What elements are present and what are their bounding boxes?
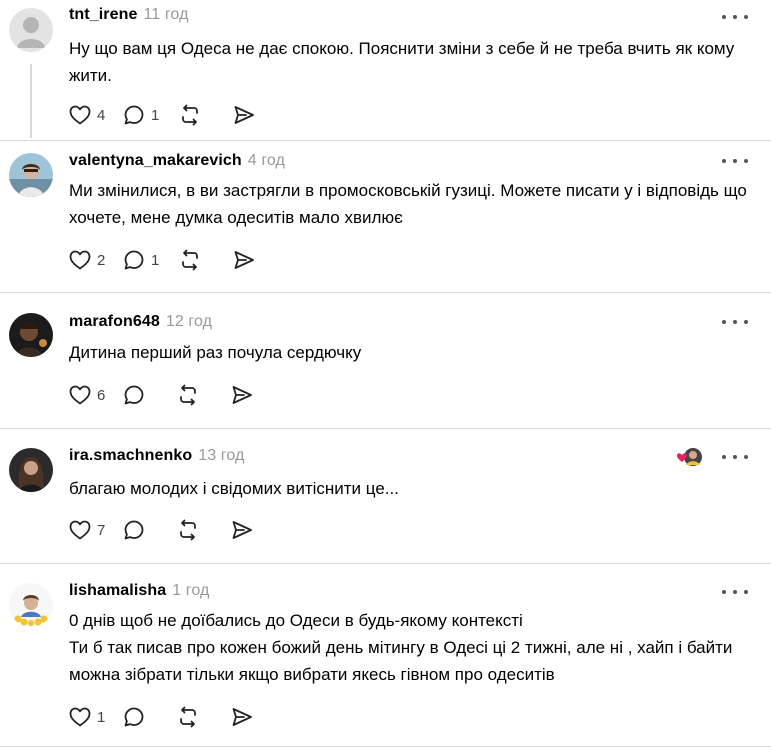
like-button[interactable]: 6 bbox=[68, 382, 122, 408]
username[interactable]: lishamalisha 1 год bbox=[69, 582, 209, 600]
post-text: Ми змінилися, в ви застрягли в промосков… bbox=[69, 181, 747, 227]
post-divider bbox=[0, 428, 771, 429]
more-horizontal-icon[interactable] bbox=[722, 452, 748, 462]
repost-button[interactable] bbox=[176, 704, 230, 730]
reply-count: 1 bbox=[151, 251, 160, 269]
more-horizontal-icon[interactable] bbox=[722, 317, 748, 327]
post-text: Дитина перший раз почула сердючку bbox=[69, 343, 362, 362]
repost-button[interactable] bbox=[178, 102, 232, 128]
post-divider bbox=[0, 292, 771, 293]
comment-icon bbox=[124, 707, 144, 727]
send-icon bbox=[232, 521, 252, 539]
avatar[interactable] bbox=[9, 448, 53, 492]
reply-button[interactable] bbox=[122, 517, 176, 543]
reply-button[interactable]: 1 bbox=[122, 247, 178, 273]
post-text-line: Ти б так писав про кожен божий день міти… bbox=[69, 638, 733, 684]
post-text: Ну що вам ця Одеса не дає спокою. Поясни… bbox=[69, 39, 735, 85]
like-count: 1 bbox=[97, 708, 106, 726]
avatar[interactable] bbox=[9, 8, 53, 52]
like-count: 4 bbox=[97, 106, 106, 124]
like-button[interactable]: 7 bbox=[68, 517, 122, 543]
post-actions: 1 bbox=[68, 704, 270, 730]
share-button[interactable] bbox=[232, 247, 272, 273]
heart-icon bbox=[69, 385, 91, 405]
comment-icon bbox=[124, 385, 144, 405]
more-horizontal-icon[interactable] bbox=[722, 587, 748, 597]
heart-icon bbox=[69, 520, 91, 540]
comment-icon bbox=[124, 250, 144, 270]
post-actions: 6 bbox=[68, 382, 270, 408]
reply-count: 1 bbox=[151, 106, 160, 124]
like-button[interactable]: 2 bbox=[68, 247, 122, 273]
post-divider bbox=[0, 746, 771, 747]
username[interactable]: marafon648 12 год bbox=[69, 313, 212, 331]
more-horizontal-icon[interactable] bbox=[722, 156, 748, 166]
heart-icon bbox=[69, 250, 91, 270]
repost-icon bbox=[182, 104, 198, 126]
more-horizontal-icon[interactable] bbox=[722, 12, 748, 22]
share-button[interactable] bbox=[230, 704, 270, 730]
share-button[interactable] bbox=[232, 102, 272, 128]
timestamp: 1 год bbox=[172, 582, 210, 599]
username[interactable]: ira.smachnenko 13 год bbox=[69, 447, 244, 465]
timestamp: 11 год bbox=[143, 6, 189, 23]
post-actions: 7 bbox=[68, 517, 270, 543]
send-icon bbox=[234, 106, 254, 124]
send-icon bbox=[232, 708, 252, 726]
post-text: благаю молодих і свідомих витіснити це..… bbox=[69, 479, 399, 498]
share-button[interactable] bbox=[230, 382, 270, 408]
like-count: 2 bbox=[97, 251, 106, 269]
like-button[interactable]: 1 bbox=[68, 704, 122, 730]
repost-icon bbox=[180, 706, 196, 728]
like-button[interactable]: 4 bbox=[68, 102, 122, 128]
avatar[interactable] bbox=[9, 153, 53, 197]
timestamp: 4 год bbox=[247, 152, 285, 169]
comment-icon bbox=[124, 520, 144, 540]
repost-icon bbox=[180, 384, 196, 406]
repost-button[interactable] bbox=[178, 247, 232, 273]
post-divider bbox=[0, 563, 771, 564]
post-text-line: 0 днів щоб не доїбались до Одеси в будь-… bbox=[69, 611, 523, 630]
share-button[interactable] bbox=[230, 517, 270, 543]
like-count: 6 bbox=[97, 386, 106, 404]
username[interactable]: tnt_irene 11 год bbox=[69, 6, 189, 24]
post-divider bbox=[0, 140, 771, 141]
heart-icon bbox=[69, 707, 91, 727]
repost-button[interactable] bbox=[176, 382, 230, 408]
post-text: 0 днів щоб не доїбались до Одеси в будь-… bbox=[69, 607, 749, 688]
thread-line bbox=[30, 64, 32, 138]
author-liked-indicator bbox=[676, 446, 704, 468]
repost-icon bbox=[180, 519, 196, 541]
avatar[interactable] bbox=[9, 583, 53, 627]
reply-button[interactable] bbox=[122, 382, 176, 408]
like-count: 7 bbox=[97, 521, 106, 539]
post-actions: 2 1 bbox=[68, 247, 272, 273]
username[interactable]: valentyna_makarevich 4 год bbox=[69, 152, 285, 170]
heart-icon bbox=[69, 105, 91, 125]
repost-icon bbox=[182, 249, 198, 271]
reply-button[interactable] bbox=[122, 704, 176, 730]
send-icon bbox=[232, 386, 252, 404]
post-actions: 4 1 bbox=[68, 102, 272, 128]
comment-icon bbox=[124, 105, 144, 125]
timestamp: 13 год bbox=[198, 447, 245, 464]
send-icon bbox=[234, 251, 254, 269]
avatar[interactable] bbox=[9, 313, 53, 357]
repost-button[interactable] bbox=[176, 517, 230, 543]
reply-button[interactable]: 1 bbox=[122, 102, 178, 128]
timestamp: 12 год bbox=[165, 313, 213, 330]
